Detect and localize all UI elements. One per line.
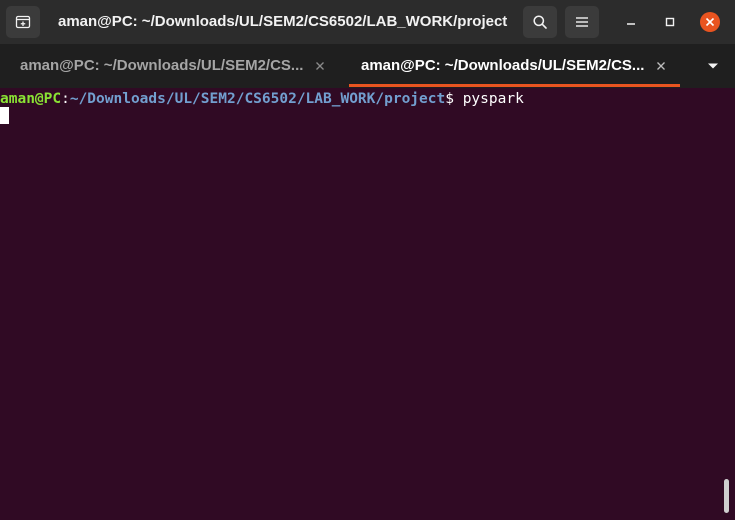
new-tab-button[interactable] xyxy=(6,6,40,38)
tab-1-close-button[interactable] xyxy=(311,57,329,75)
chevron-down-icon xyxy=(708,63,718,69)
minimize-icon xyxy=(627,23,635,25)
close-icon xyxy=(657,62,665,70)
prompt-symbol: $ xyxy=(445,91,463,107)
text-cursor xyxy=(0,107,9,124)
command-text: pyspark xyxy=(462,91,524,107)
maximize-icon xyxy=(665,17,675,27)
tab-2-close-button[interactable] xyxy=(652,57,670,75)
search-button[interactable] xyxy=(523,6,557,38)
tab-bar: aman@PC: ~/Downloads/UL/SEM2/CS... aman@… xyxy=(0,44,735,88)
close-icon xyxy=(700,12,720,32)
menu-button[interactable] xyxy=(565,6,599,38)
window-title: aman@PC: ~/Downloads/UL/SEM2/CS6502/LAB_… xyxy=(58,13,508,30)
active-tab-indicator xyxy=(349,84,680,87)
prompt-path: ~/Downloads/UL/SEM2/CS6502/LAB_WORK/proj… xyxy=(69,91,446,107)
tab-2[interactable]: aman@PC: ~/Downloads/UL/SEM2/CS... xyxy=(340,44,690,88)
tab-list-dropdown[interactable] xyxy=(702,55,724,77)
tab-1[interactable]: aman@PC: ~/Downloads/UL/SEM2/CS... xyxy=(0,44,340,88)
new-tab-icon xyxy=(15,15,31,29)
prompt-user: aman@PC xyxy=(0,91,62,107)
tab-1-label: aman@PC: ~/Downloads/UL/SEM2/CS... xyxy=(20,57,304,74)
hamburger-menu-icon xyxy=(576,17,588,27)
title-bar: aman@PC: ~/Downloads/UL/SEM2/CS6502/LAB_… xyxy=(0,0,735,44)
prompt-line: aman@PC:~/Downloads/UL/SEM2/CS6502/LAB_W… xyxy=(0,90,524,108)
search-icon xyxy=(533,15,547,29)
close-button[interactable] xyxy=(699,11,721,33)
minimize-button[interactable] xyxy=(620,11,642,33)
scrollbar[interactable] xyxy=(724,479,729,513)
terminal-output[interactable]: aman@PC:~/Downloads/UL/SEM2/CS6502/LAB_W… xyxy=(0,88,735,520)
close-icon xyxy=(316,62,324,70)
tab-2-label: aman@PC: ~/Downloads/UL/SEM2/CS... xyxy=(361,57,645,74)
prompt-separator: : xyxy=(61,91,70,107)
maximize-button[interactable] xyxy=(659,11,681,33)
